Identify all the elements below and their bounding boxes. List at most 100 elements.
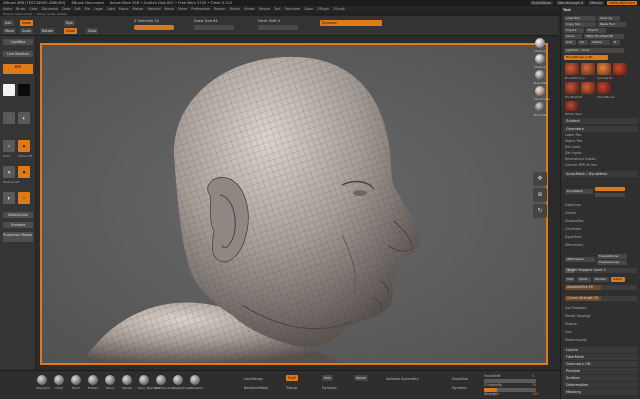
menu-movie[interactable]: Movie bbox=[164, 7, 173, 11]
menu-material[interactable]: Material bbox=[148, 7, 161, 11]
brush-flatten[interactable]: Flatten bbox=[87, 375, 99, 390]
geometry-row[interactable]: Lower Res bbox=[565, 133, 636, 138]
menu-stencil[interactable]: Stencil bbox=[230, 7, 241, 11]
see-through-slider[interactable]: See-through 0 bbox=[555, 1, 586, 5]
mesh-integrity-section[interactable]: MeshIntegrity bbox=[565, 338, 636, 343]
menu-zplugin[interactable]: ZPlugin bbox=[317, 7, 329, 11]
switch-color-button[interactable]: SwitchColor bbox=[3, 212, 33, 218]
draw-button[interactable]: Draw bbox=[20, 20, 33, 26]
lightbox-button[interactable]: LightBox bbox=[3, 39, 33, 45]
tool-thumbnail[interactable] bbox=[581, 82, 595, 94]
panel-item[interactable]: ShadowBox bbox=[565, 219, 636, 224]
brush-standard[interactable]: Standard bbox=[36, 375, 50, 390]
brush-move[interactable]: Move bbox=[104, 375, 116, 390]
position-section[interactable]: Position bbox=[565, 322, 636, 327]
menu-marker[interactable]: Marker bbox=[133, 7, 144, 11]
tool-thumbnail[interactable] bbox=[597, 82, 611, 94]
lightbox-tools-button[interactable]: Lightbox › Tools bbox=[564, 48, 624, 53]
draw-size-slider[interactable] bbox=[194, 25, 234, 30]
default-zscript-button[interactable]: DefaultZScript bbox=[606, 1, 637, 5]
mirror-icon[interactable]: ⇋ bbox=[3, 140, 15, 152]
geometry-row[interactable]: Del Lower bbox=[565, 145, 636, 150]
secondary-color-swatch[interactable] bbox=[18, 84, 30, 96]
subtool-section[interactable]: Subtool bbox=[563, 118, 638, 124]
zadd-button[interactable]: Zadd bbox=[64, 28, 77, 34]
brush-claybuildup[interactable]: ClayBuildup bbox=[172, 375, 190, 390]
visible-button[interactable]: Visible bbox=[590, 40, 610, 45]
panel-item[interactable]: ClayPolish bbox=[565, 227, 636, 232]
geometry-row[interactable]: Reconstruct Subdiv bbox=[565, 157, 636, 162]
geometry-row[interactable]: Convert BPR To Geo bbox=[565, 163, 636, 168]
main-color-swatch[interactable] bbox=[3, 84, 15, 96]
layers-section[interactable]: Layers bbox=[563, 347, 638, 353]
brush-zmodeler[interactable]: ZModeler bbox=[189, 375, 203, 390]
deformation-section[interactable]: Deformation bbox=[563, 382, 638, 388]
menu-tool[interactable]: Tool bbox=[274, 7, 280, 11]
panel-item[interactable]: DynaMesh bbox=[565, 235, 636, 240]
panel-item[interactable]: Crease bbox=[565, 211, 636, 216]
menu-alpha[interactable]: Alpha bbox=[3, 7, 12, 11]
modify-topology-section[interactable]: Modify Topology bbox=[565, 314, 636, 319]
canvas-viewport[interactable] bbox=[40, 43, 548, 365]
panel-item[interactable]: EdgeLoop bbox=[565, 203, 636, 208]
panel-item[interactable]: ZRemesher bbox=[565, 243, 636, 248]
menu-transform[interactable]: Transform bbox=[284, 7, 300, 11]
r-button[interactable]: R bbox=[612, 40, 620, 45]
dynamic-toggle-bottom[interactable]: Dynamic bbox=[322, 385, 337, 391]
menu-draw[interactable]: Draw bbox=[62, 7, 70, 11]
rotate-view-icon[interactable]: ↻ bbox=[533, 204, 547, 218]
focal-shift-slider[interactable] bbox=[258, 25, 298, 30]
adapt-button[interactable]: Adapt bbox=[611, 277, 625, 282]
curves-strength-slider[interactable]: Curves Strength 50 bbox=[565, 296, 637, 301]
snapshot-icon[interactable]: ▣ bbox=[18, 140, 30, 152]
size-section[interactable]: Size bbox=[565, 330, 636, 335]
rotate-button[interactable]: Rotate bbox=[40, 28, 56, 34]
solo-button[interactable]: Solo bbox=[322, 375, 333, 381]
save-as-button[interactable]: Save As bbox=[598, 16, 620, 21]
menu-zoom[interactable]: Zoom bbox=[304, 7, 313, 11]
xpose-button[interactable]: Xpose bbox=[354, 375, 368, 381]
half-button[interactable]: Half bbox=[565, 277, 575, 282]
adaptive-size-slider[interactable]: AdaptiveSize 50 bbox=[565, 285, 637, 290]
fibermesh-section[interactable]: FiberMesh bbox=[563, 354, 638, 360]
dynamic-toggle[interactable]: Dynamic bbox=[320, 20, 382, 26]
tool-thumbnail[interactable] bbox=[613, 63, 627, 75]
texture-off-icon[interactable]: ▦ bbox=[3, 166, 15, 178]
zoom-view-icon[interactable]: ⊕ bbox=[533, 188, 547, 202]
tool-thumbnail[interactable] bbox=[565, 82, 579, 94]
brush-inflat[interactable]: Inflat bbox=[53, 375, 65, 390]
brush-pinch[interactable]: Pinch bbox=[70, 375, 82, 390]
menu-file[interactable]: File bbox=[85, 7, 90, 11]
menu-light[interactable]: Light bbox=[107, 7, 115, 11]
paste-tool-button[interactable]: Paste Tool bbox=[598, 22, 626, 27]
edit-button[interactable]: Edit bbox=[3, 20, 14, 26]
geometry-row[interactable]: Del Higher bbox=[565, 151, 636, 156]
bpr-button[interactable]: BPR bbox=[3, 64, 33, 74]
dynamesh-button[interactable]: DynaMesh bbox=[565, 189, 593, 194]
brush-dam_standard[interactable]: Dam_Standard bbox=[138, 375, 160, 390]
geometry-hd-section[interactable]: Geometry HD bbox=[563, 361, 638, 367]
menu-picker[interactable]: Picker bbox=[178, 7, 188, 11]
polyf-button[interactable]: PolyF bbox=[286, 375, 299, 381]
brush-trimdynamic[interactable]: TrimDynamic bbox=[155, 375, 175, 390]
material-icon[interactable]: ● bbox=[18, 166, 30, 178]
same-button[interactable]: Same bbox=[577, 277, 591, 282]
goz-button[interactable]: GoZ bbox=[564, 40, 576, 45]
alpha-icon[interactable]: ◐ bbox=[18, 112, 30, 124]
tool-thumbnail[interactable] bbox=[565, 63, 579, 75]
double-button[interactable]: Double bbox=[593, 277, 609, 282]
tool-thumbnail[interactable] bbox=[597, 63, 611, 75]
menu-brush[interactable]: Brush bbox=[16, 7, 25, 11]
menu-zscript[interactable]: ZScript bbox=[333, 7, 344, 11]
lazy-mouse-label[interactable]: LazyMouse bbox=[244, 376, 263, 382]
stroke-icon[interactable]: ⋰ bbox=[3, 112, 15, 124]
rgb-button[interactable]: Rgb bbox=[64, 20, 75, 26]
import-button[interactable]: Import bbox=[564, 28, 584, 33]
copy-tool-button[interactable]: Copy Tool bbox=[564, 22, 596, 27]
load-tool-button[interactable]: Load Tool bbox=[564, 16, 596, 21]
geometry-section[interactable]: Geometry bbox=[563, 126, 638, 132]
zsub-button[interactable]: Zsub bbox=[86, 28, 99, 34]
make-polymesh-button[interactable]: Make PolyMesh3D bbox=[584, 34, 624, 39]
skin-shade[interactable]: SkinShade bbox=[534, 86, 550, 101]
menu-texture[interactable]: Texture bbox=[258, 7, 270, 11]
